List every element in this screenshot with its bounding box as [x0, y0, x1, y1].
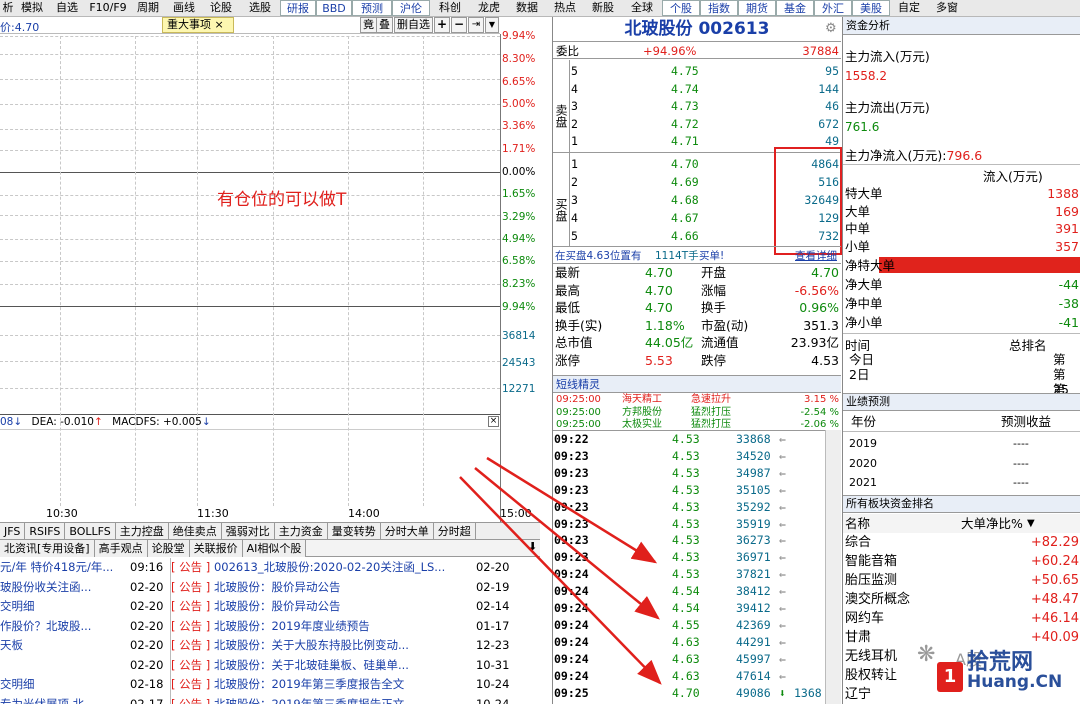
annotation-arrows	[459, 456, 662, 685]
wechat-icon: ❋	[917, 642, 936, 667]
logo-icon: 1	[937, 662, 963, 692]
watermark: ❋ A股 1 拾荒网 Huang.CN	[917, 642, 1063, 692]
